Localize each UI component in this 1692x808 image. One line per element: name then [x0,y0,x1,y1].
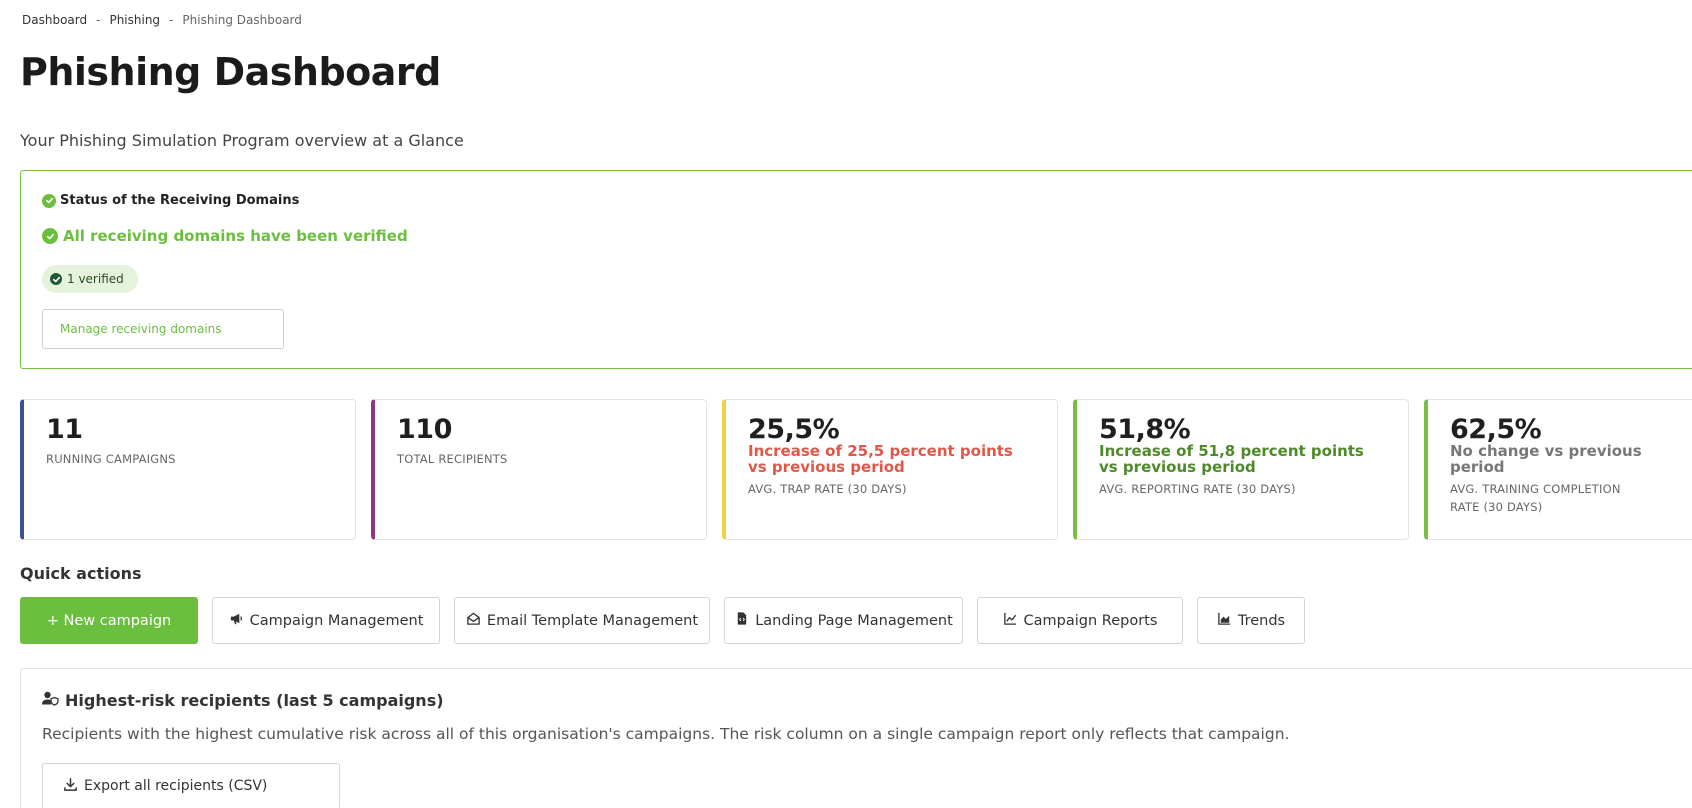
export-label: Export all recipients (CSV) [84,778,268,794]
stat-label: RUNNING CAMPAIGNS [46,452,176,466]
stat-card-trap-rate: 25,5% Increase of 25,5 percent points vs… [722,399,1058,540]
user-shield-icon [41,690,59,710]
receiving-domains-panel: Status of the Receiving Domains All rece… [20,170,1692,369]
breadcrumb-dashboard-link[interactable]: Dashboard [22,13,87,27]
email-template-management-label: Email Template Management [486,612,699,629]
campaign-management-label: Campaign Management [249,612,424,629]
risk-title-text: Highest-risk recipients (last 5 campaign… [65,690,444,710]
export-recipients-csv-button[interactable]: Export all recipients (CSV) [42,763,340,808]
trends-button[interactable]: Trends [1197,597,1305,644]
stat-card-training-completion: 62,5% No change vs previous period AVG. … [1424,399,1692,540]
page-title: Phishing Dashboard [20,50,441,94]
domains-heading: Status of the Receiving Domains [42,193,299,208]
quick-actions-bar: + New campaign Campaign Management Email… [20,597,1305,644]
check-circle-icon [42,193,56,208]
stat-value: 51,8% [1099,414,1191,445]
manage-receiving-domains-button[interactable]: Manage receiving domains [42,309,284,349]
stat-change: Increase of 25,5 percent points vs previ… [748,442,1013,476]
risk-panel-title: Highest-risk recipients (last 5 campaign… [41,690,444,710]
stat-card-running-campaigns: 11 RUNNING CAMPAIGNS [20,399,356,540]
breadcrumb-separator: - [96,13,101,27]
stat-label: AVG. TRAP RATE (30 DAYS) [748,482,907,496]
stat-value: 62,5% [1450,414,1542,445]
breadcrumb-phishing-link[interactable]: Phishing [109,13,160,27]
trends-label: Trends [1237,612,1286,629]
page-subtitle: Your Phishing Simulation Program overvie… [20,131,464,150]
verified-badge: 1 verified [42,265,138,293]
stat-label: AVG. TRAINING COMPLETION RATE (30 DAYS) [1450,482,1621,514]
stat-value: 25,5% [748,414,840,445]
stats-row: 11 RUNNING CAMPAIGNS 110 TOTAL RECIPIENT… [20,399,1692,540]
file-code-icon [734,611,749,630]
domains-status-text: All receiving domains have been verified [63,227,408,245]
stat-card-total-recipients: 110 TOTAL RECIPIENTS [371,399,707,540]
domains-status: All receiving domains have been verified [42,227,408,245]
breadcrumb: Dashboard - Phishing - Phishing Dashboar… [22,13,302,27]
landing-page-management-button[interactable]: Landing Page Management [724,597,963,644]
email-template-management-button[interactable]: Email Template Management [454,597,710,644]
stat-label: AVG. REPORTING RATE (30 DAYS) [1099,482,1296,496]
breadcrumb-current: Phishing Dashboard [182,13,302,27]
stat-change: No change vs previous period [1450,442,1642,476]
area-chart-icon [1217,611,1232,630]
stat-change: Increase of 51,8 percent points vs previ… [1099,442,1364,476]
line-chart-icon [1003,611,1018,630]
envelope-open-icon [466,611,481,630]
verified-badge-text: 1 verified [67,272,124,286]
stat-value: 110 [397,414,452,445]
check-circle-icon [42,228,58,244]
new-campaign-label: + New campaign [46,612,172,629]
campaign-management-button[interactable]: Campaign Management [212,597,440,644]
campaign-reports-button[interactable]: Campaign Reports [977,597,1183,644]
megaphone-icon [229,611,244,630]
check-circle-icon [50,273,62,285]
download-icon [63,777,78,796]
landing-page-management-label: Landing Page Management [755,612,953,629]
stat-label: TOTAL RECIPIENTS [397,452,508,466]
breadcrumb-separator: - [169,13,174,27]
new-campaign-button[interactable]: + New campaign [20,597,198,644]
risk-panel-description: Recipients with the highest cumulative r… [42,725,1290,743]
stat-card-reporting-rate: 51,8% Increase of 51,8 percent points vs… [1073,399,1409,540]
domains-heading-text: Status of the Receiving Domains [60,193,300,208]
campaign-reports-label: Campaign Reports [1023,612,1158,629]
quick-actions-title: Quick actions [20,564,142,583]
stat-value: 11 [46,414,83,445]
highest-risk-recipients-panel: Highest-risk recipients (last 5 campaign… [20,668,1692,808]
